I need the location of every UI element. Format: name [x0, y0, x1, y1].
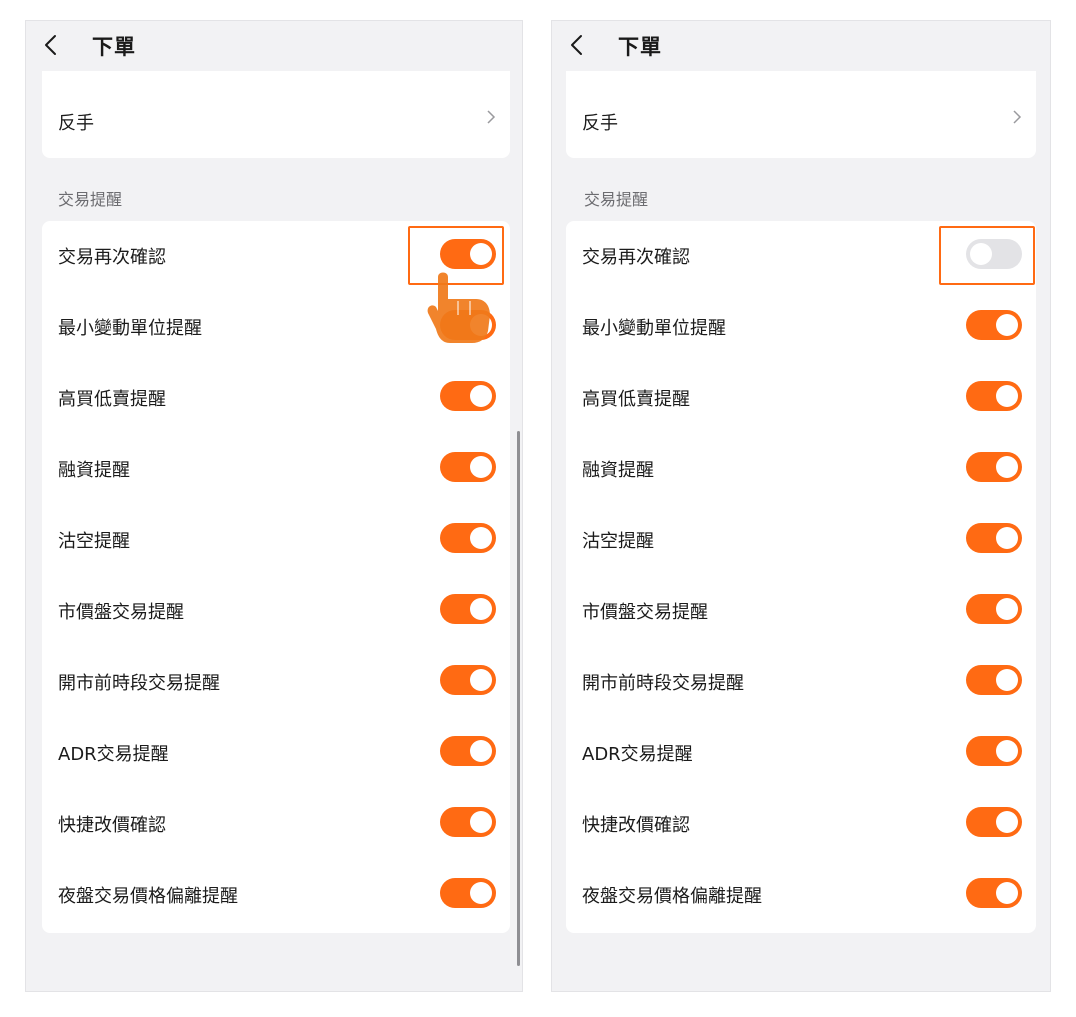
setting-label: 開市前時段交易提醒 [582, 673, 744, 694]
setting-label: 沽空提醒 [582, 531, 654, 552]
list-item: 開市前時段交易提醒 [42, 647, 510, 718]
toggle-switch[interactable] [440, 736, 496, 766]
list-item: 市價盤交易提醒 [566, 576, 1036, 647]
reverse-position-row[interactable]: 反手 [566, 71, 1036, 158]
toggle-switch[interactable] [966, 736, 1022, 766]
nav-header: 下單 [552, 21, 1050, 71]
list-item: 夜盤交易價格偏離提醒 [42, 860, 510, 931]
toggle-switch[interactable] [966, 239, 1022, 269]
list-item: 快捷改價確認 [566, 789, 1036, 860]
setting-label: 市價盤交易提醒 [58, 602, 184, 623]
screen-before: 下單 反手 交易提醒 交易再次確認 最小變動單位提醒 高買低賣提醒 融資提醒 沽… [25, 20, 523, 992]
toggle-knob [470, 314, 492, 336]
toggle-knob [970, 243, 992, 265]
chevron-right-icon [1013, 110, 1022, 124]
list-item: ADR交易提醒 [42, 718, 510, 789]
setting-label: 最小變動單位提醒 [58, 318, 202, 339]
setting-label: 融資提醒 [58, 460, 130, 481]
list-item: 最小變動單位提醒 [42, 292, 510, 363]
toggle-knob [470, 598, 492, 620]
list-item: 沽空提醒 [42, 505, 510, 576]
toggle-switch[interactable] [966, 310, 1022, 340]
list-item: ADR交易提醒 [566, 718, 1036, 789]
list-item: 夜盤交易價格偏離提醒 [566, 860, 1036, 931]
reverse-position-label: 反手 [582, 113, 618, 134]
toggle-knob [470, 527, 492, 549]
list-item: 最小變動單位提醒 [566, 292, 1036, 363]
list-item: 高買低賣提醒 [42, 363, 510, 434]
toggle-switch[interactable] [440, 239, 496, 269]
toggle-switch[interactable] [966, 452, 1022, 482]
toggle-knob [470, 456, 492, 478]
setting-label: ADR交易提醒 [582, 744, 693, 765]
list-item: 沽空提醒 [566, 505, 1036, 576]
list-item: 融資提醒 [566, 434, 1036, 505]
toggle-switch[interactable] [966, 594, 1022, 624]
toggle-knob [996, 811, 1018, 833]
screen-after: 下單 反手 交易提醒 交易再次確認 最小變動單位提醒 高買低賣提醒 融資提醒 沽… [551, 20, 1051, 992]
toggle-knob [996, 527, 1018, 549]
toggle-knob [996, 385, 1018, 407]
scrollbar[interactable] [517, 431, 520, 966]
toggle-knob [470, 811, 492, 833]
setting-label: 沽空提醒 [58, 531, 130, 552]
setting-label: 夜盤交易價格偏離提醒 [58, 886, 238, 907]
toggle-switch[interactable] [440, 878, 496, 908]
toggle-knob [470, 882, 492, 904]
nav-header: 下單 [26, 21, 522, 71]
page-title: 下單 [618, 35, 662, 59]
toggle-switch[interactable] [966, 878, 1022, 908]
setting-label: 融資提醒 [582, 460, 654, 481]
list-item: 市價盤交易提醒 [42, 576, 510, 647]
toggle-switch[interactable] [440, 310, 496, 340]
toggle-knob [470, 669, 492, 691]
list-item: 開市前時段交易提醒 [566, 647, 1036, 718]
setting-label: 開市前時段交易提醒 [58, 673, 220, 694]
toggle-switch[interactable] [966, 665, 1022, 695]
chevron-right-icon [487, 110, 496, 124]
setting-label: 交易再次確認 [582, 247, 690, 268]
setting-label: 交易再次確認 [58, 247, 166, 268]
toggle-switch[interactable] [440, 665, 496, 695]
setting-label: 市價盤交易提醒 [582, 602, 708, 623]
setting-label: 夜盤交易價格偏離提醒 [582, 886, 762, 907]
list-item: 融資提醒 [42, 434, 510, 505]
list-item: 快捷改價確認 [42, 789, 510, 860]
section-title: 交易提醒 [58, 190, 123, 209]
toggle-switch[interactable] [966, 807, 1022, 837]
toggle-knob [996, 882, 1018, 904]
list-item: 高買低賣提醒 [566, 363, 1036, 434]
setting-label: 最小變動單位提醒 [582, 318, 726, 339]
toggle-switch[interactable] [440, 523, 496, 553]
chevron-left-icon[interactable] [40, 33, 64, 57]
setting-label: 快捷改價確認 [582, 815, 690, 836]
toggle-switch[interactable] [440, 594, 496, 624]
toggle-knob [996, 598, 1018, 620]
toggle-knob [996, 456, 1018, 478]
trade-reminder-list: 交易再次確認 最小變動單位提醒 高買低賣提醒 融資提醒 沽空提醒 市價盤交易提醒… [566, 221, 1036, 933]
setting-label: 高買低賣提醒 [582, 389, 690, 410]
toggle-switch[interactable] [966, 381, 1022, 411]
toggle-knob [996, 740, 1018, 762]
reverse-position-label: 反手 [58, 113, 94, 134]
toggle-switch[interactable] [440, 381, 496, 411]
toggle-switch[interactable] [440, 807, 496, 837]
setting-label: 快捷改價確認 [58, 815, 166, 836]
list-item: 交易再次確認 [566, 221, 1036, 292]
setting-label: ADR交易提醒 [58, 744, 169, 765]
toggle-switch[interactable] [966, 523, 1022, 553]
setting-label: 高買低賣提醒 [58, 389, 166, 410]
trade-reminder-list: 交易再次確認 最小變動單位提醒 高買低賣提醒 融資提醒 沽空提醒 市價盤交易提醒… [42, 221, 510, 933]
toggle-knob [470, 740, 492, 762]
reverse-position-row[interactable]: 反手 [42, 71, 510, 158]
section-title: 交易提醒 [584, 190, 649, 209]
toggle-knob [470, 385, 492, 407]
toggle-knob [996, 669, 1018, 691]
toggle-switch[interactable] [440, 452, 496, 482]
chevron-left-icon[interactable] [566, 33, 590, 57]
list-item: 交易再次確認 [42, 221, 510, 292]
page-title: 下單 [92, 35, 136, 59]
toggle-knob [470, 243, 492, 265]
toggle-knob [996, 314, 1018, 336]
